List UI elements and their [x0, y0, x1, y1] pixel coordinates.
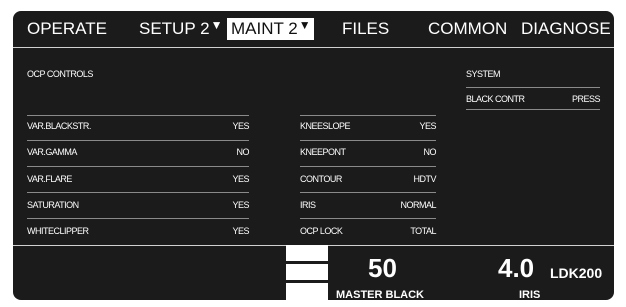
row-divider — [27, 166, 249, 167]
setting-label: VAR.BLACKSTR. — [27, 121, 91, 131]
tab-label: DIAGNOSE — [521, 19, 611, 38]
setting-value[interactable]: NO — [189, 147, 250, 158]
setting-label: CONTOUR — [300, 174, 342, 184]
row-divider — [300, 218, 436, 219]
system-title: SYSTEM — [466, 69, 501, 79]
system-row-label: BLACK CONTR — [466, 94, 525, 104]
master-black-value: 50 — [368, 253, 397, 283]
camera-model: LDK200 — [550, 265, 603, 281]
setting-value[interactable]: NO — [366, 147, 437, 158]
master-black-label: MASTER BLACK — [336, 289, 424, 300]
row-divider — [300, 166, 436, 167]
tab-label: SETUP 2 — [139, 19, 210, 38]
setting-value[interactable]: YES — [189, 200, 249, 211]
row-divider — [27, 140, 249, 141]
setting-value[interactable]: YES — [189, 121, 249, 132]
system-divider — [466, 109, 600, 110]
setting-label: WHITECLIPPER — [27, 226, 89, 236]
dropdown-arrow-icon: ▼ — [298, 18, 311, 32]
tab-diagnose[interactable]: DIAGNOSE — [521, 18, 611, 40]
setting-label: IRIS — [300, 200, 316, 210]
dropdown-arrow-icon: ▼ — [210, 18, 223, 32]
row-divider — [27, 218, 249, 219]
meter-segment — [286, 245, 328, 261]
row-divider — [27, 192, 249, 193]
setting-label: VAR.FLARE — [27, 174, 72, 184]
row-divider — [300, 192, 436, 193]
setting-label: SATURATION — [27, 200, 79, 210]
panel-title: OCP CONTROLS — [27, 69, 93, 79]
tab-label: FILES — [342, 19, 390, 38]
tab-label: COMMON — [428, 19, 508, 38]
meter-segment — [286, 264, 328, 280]
setting-value[interactable]: NORMAL — [366, 200, 436, 211]
tab-label: MAINT 2 — [231, 19, 298, 38]
viewfinder-menu-screen: OPERATE SETUP 2▼ MAINT 2▼ FILES COMMON D… — [13, 11, 614, 300]
setting-label: VAR.GAMMA — [27, 147, 77, 157]
tab-files[interactable]: FILES — [342, 18, 389, 40]
iris-label: IRIS — [519, 289, 541, 300]
row-divider — [300, 140, 436, 141]
setting-value[interactable]: YES — [189, 226, 249, 237]
setting-value[interactable]: TOTAL — [366, 226, 436, 237]
setting-label: KNEESLOPE — [300, 121, 351, 131]
level-meter — [286, 245, 328, 300]
tab-maint-2[interactable]: MAINT 2▼ — [227, 18, 314, 40]
setting-value[interactable]: YES — [366, 121, 436, 132]
menu-bar-divider — [13, 47, 614, 48]
iris-value: 4.0 — [498, 253, 535, 283]
row-divider — [300, 115, 436, 116]
setting-value[interactable]: HDTV — [366, 174, 437, 185]
setting-value[interactable]: YES — [189, 174, 249, 185]
system-row-value[interactable]: PRESS — [553, 94, 601, 105]
tab-common[interactable]: COMMON — [428, 18, 507, 40]
setting-label: KNEEPONT — [300, 147, 346, 157]
tab-label: OPERATE — [27, 19, 107, 38]
system-divider — [466, 87, 600, 88]
setting-label: OCP LOCK — [300, 226, 343, 236]
meter-segment — [286, 283, 328, 300]
tab-operate[interactable]: OPERATE — [27, 18, 107, 40]
row-divider — [27, 115, 249, 116]
tab-setup-2[interactable]: SETUP 2▼ — [139, 18, 222, 40]
